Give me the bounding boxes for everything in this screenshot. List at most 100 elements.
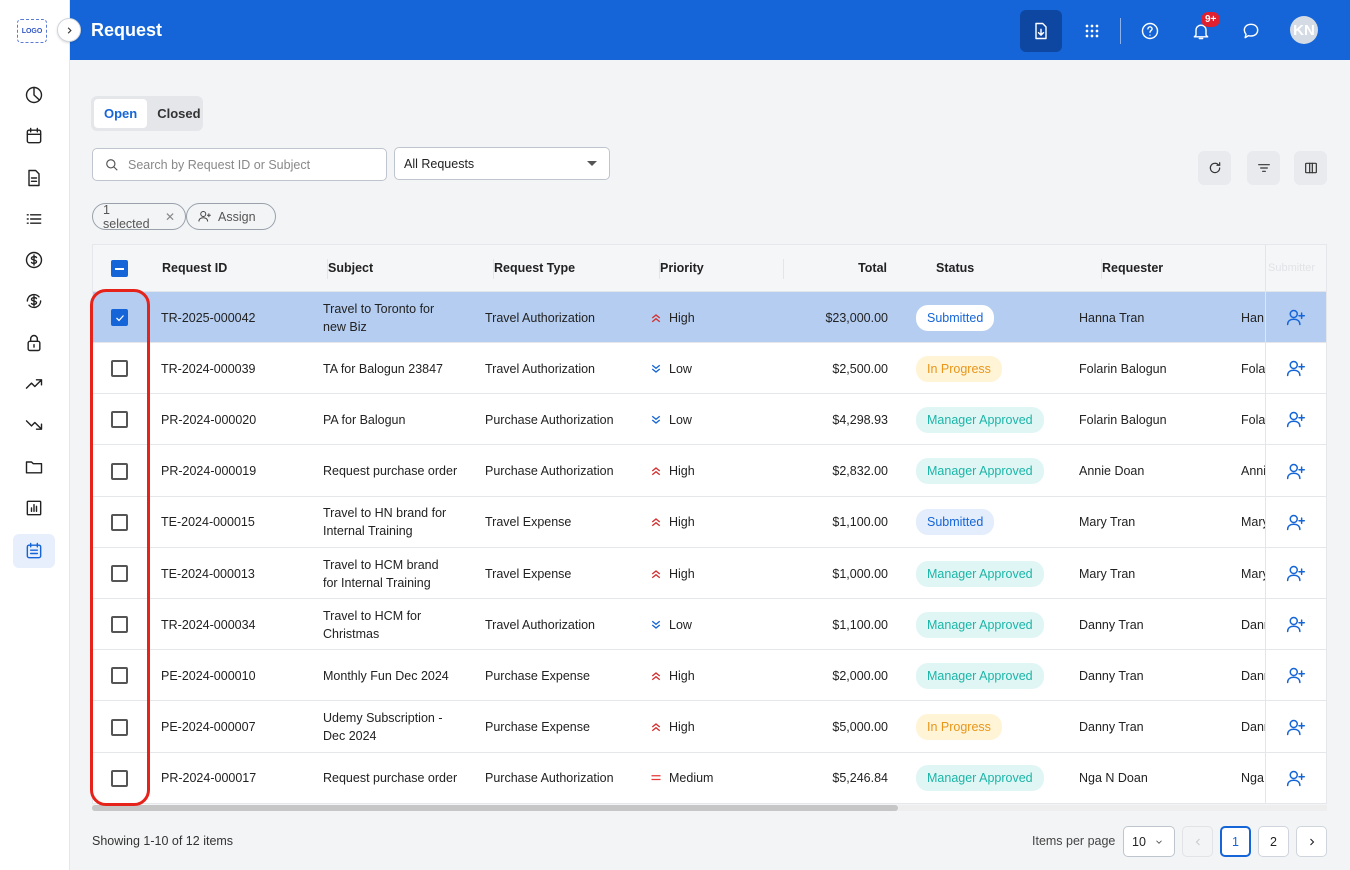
refresh-button[interactable] <box>1198 151 1231 185</box>
request-type: Travel Expense <box>485 515 572 530</box>
priority: Low <box>650 343 692 394</box>
status-cell: In Progress <box>916 702 1002 753</box>
table-row[interactable]: PE-2024-000010 Monthly Fun Dec 2024 Purcha… <box>93 650 1326 702</box>
request-id[interactable]: PR-2024-000017 <box>161 753 256 803</box>
priority-high-icon <box>651 518 661 527</box>
request-id[interactable]: TR-2024-000034 <box>161 599 256 650</box>
column-subject[interactable]: Subject <box>328 245 494 292</box>
table-row[interactable]: TR-2025-000042 Travel to Toronto for new B… <box>93 292 1326 343</box>
page-1-button[interactable]: 1 <box>1220 826 1251 857</box>
columns-button[interactable] <box>1294 151 1327 185</box>
row-checkbox[interactable] <box>111 667 128 685</box>
column-requester[interactable]: Requester <box>1102 245 1252 292</box>
request-filter-select[interactable]: All Requests <box>394 147 610 180</box>
priority: Medium <box>650 753 713 803</box>
lock-icon[interactable] <box>13 326 55 360</box>
selected-count-chip: 1 selected ✕ <box>92 203 186 231</box>
request-id[interactable]: TR-2024-000039 <box>161 343 256 394</box>
clear-selection-icon[interactable]: ✕ <box>165 210 175 224</box>
assign-button[interactable]: Assign <box>186 203 276 230</box>
table-row[interactable]: TR-2024-000039 TA for Balogun 23847 Travel… <box>93 343 1326 395</box>
column-request-type[interactable]: Request Type <box>494 245 660 292</box>
chevron-left-icon <box>1195 838 1200 845</box>
table-row[interactable]: TE-2024-000013 Travel to HCM brand for Int… <box>93 548 1326 599</box>
status-badge: Manager Approved <box>916 662 1044 689</box>
row-checkbox[interactable] <box>111 462 128 480</box>
table-row[interactable]: PE-2024-000007 Udemy Subscription - Dec 20… <box>93 701 1326 753</box>
row-checkbox[interactable] <box>111 616 128 634</box>
tab-closed[interactable]: Closed <box>147 99 210 128</box>
request-id[interactable]: PR-2024-000019 <box>161 446 256 497</box>
download-button[interactable] <box>1020 10 1062 52</box>
request-list-icon[interactable] <box>13 534 55 568</box>
tab-open[interactable]: Open <box>94 99 148 128</box>
table-row[interactable]: PR-2024-000020 PA for Balogun Purchase Aut… <box>93 394 1326 446</box>
requester: Annie Doan <box>1079 464 1145 479</box>
row-checkbox[interactable] <box>111 565 128 582</box>
status-cell: Manager Approved <box>916 548 1044 599</box>
status-cell: Submitted <box>916 292 995 343</box>
items-per-page-select[interactable]: 10 <box>1123 826 1175 857</box>
request-id[interactable]: PE-2024-000010 <box>161 650 256 701</box>
chat-icon[interactable] <box>1230 10 1272 52</box>
document-icon[interactable] <box>13 161 55 195</box>
folder-icon[interactable] <box>13 450 55 484</box>
trending-up-icon[interactable] <box>13 367 55 401</box>
table-row[interactable]: PR-2024-000019 Request purchase order Purc… <box>93 445 1326 497</box>
avatar[interactable]: KN <box>1290 16 1318 44</box>
subject-line-1: TA for Balogun 23847 <box>323 361 443 376</box>
priority-label: High <box>669 310 695 325</box>
priority-label: Low <box>669 617 692 632</box>
status-cell: Manager Approved <box>916 446 1044 497</box>
column-status[interactable]: Status <box>936 245 1102 292</box>
priority: Low <box>650 599 692 650</box>
total: $23,000.00 <box>825 310 888 325</box>
row-checkbox-cell <box>111 343 128 394</box>
total: $1,000.00 <box>832 566 888 581</box>
row-checkbox[interactable] <box>111 769 128 787</box>
trending-down-icon[interactable] <box>13 408 55 442</box>
priority-label: Low <box>669 412 692 427</box>
list-icon[interactable] <box>13 202 55 236</box>
column-request-id[interactable]: Request ID <box>162 245 328 292</box>
dollar-icon[interactable] <box>13 243 55 277</box>
priority-label: High <box>669 668 695 683</box>
row-checkbox[interactable] <box>111 411 128 429</box>
prev-page-button[interactable] <box>1182 826 1213 857</box>
scrollbar-thumb[interactable] <box>92 805 898 811</box>
column-total[interactable]: Total <box>784 245 887 292</box>
search-input[interactable] <box>128 157 368 172</box>
table-row[interactable]: TR-2024-000034 Travel to HCM for Christmas… <box>93 599 1326 651</box>
horizontal-scrollbar[interactable] <box>92 805 1327 811</box>
calendar-icon[interactable] <box>13 119 55 153</box>
apps-grid-icon[interactable] <box>1071 10 1113 52</box>
priority-label: High <box>669 464 695 479</box>
submitter: Han <box>1241 310 1264 325</box>
row-checkbox[interactable] <box>111 309 128 326</box>
row-checkbox[interactable] <box>111 360 128 378</box>
priority-low-icon <box>651 364 661 373</box>
subject: Travel to HCM for Christmas <box>323 599 483 650</box>
request-id[interactable]: TE-2024-000013 <box>161 548 255 599</box>
table-row[interactable]: PR-2024-000017 Request purchase order Purc… <box>93 752 1326 803</box>
page-2-button[interactable]: 2 <box>1258 826 1289 857</box>
row-checkbox[interactable] <box>111 513 128 531</box>
subject-line-2: Christmas <box>323 626 380 641</box>
request-id[interactable]: TE-2024-000015 <box>161 497 255 548</box>
column-priority[interactable]: Priority <box>660 245 784 292</box>
submitter: Fola <box>1241 361 1265 376</box>
bar-chart-icon[interactable] <box>13 491 55 525</box>
help-icon[interactable] <box>1129 10 1171 52</box>
next-page-button[interactable] <box>1296 826 1327 857</box>
select-all-checkbox[interactable] <box>111 260 128 277</box>
total: $2,500.00 <box>832 361 888 376</box>
request-id[interactable]: TR-2025-000042 <box>161 292 256 343</box>
dollar-refresh-icon[interactable] <box>13 284 55 318</box>
table-row[interactable]: TE-2024-000015 Travel to HN brand for Inte… <box>93 496 1326 548</box>
row-checkbox[interactable] <box>111 718 128 736</box>
request-id[interactable]: PE-2024-000007 <box>161 702 256 753</box>
filter-button[interactable] <box>1247 151 1280 185</box>
request-id[interactable]: PR-2024-000020 <box>161 394 256 445</box>
pie-chart-icon[interactable] <box>13 78 55 112</box>
expand-sidebar-button[interactable] <box>57 18 81 42</box>
